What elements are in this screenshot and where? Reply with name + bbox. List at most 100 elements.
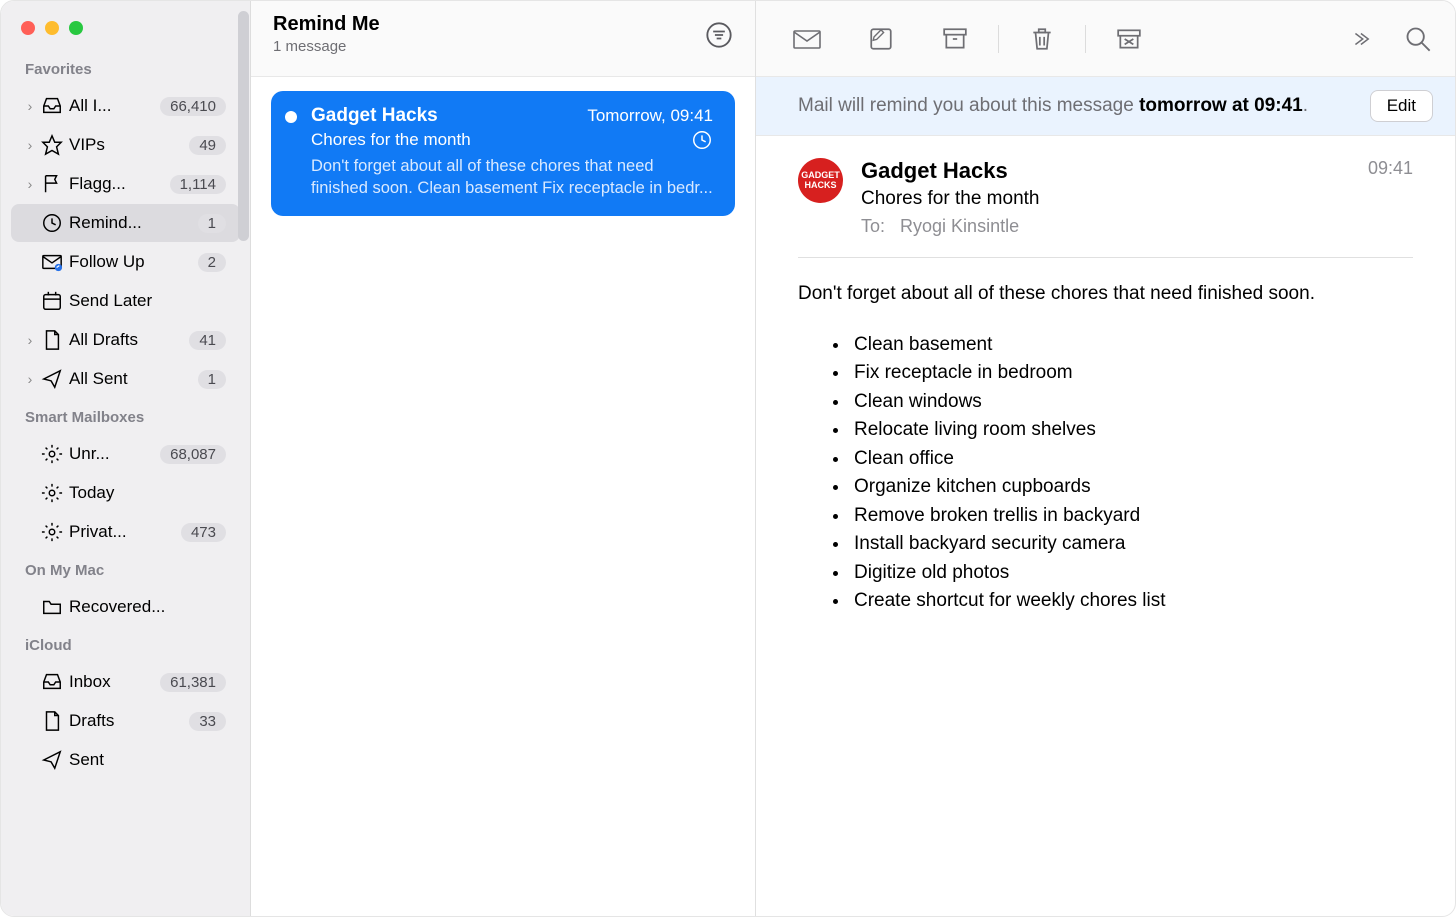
chore-item: Create shortcut for weekly chores list	[850, 587, 1413, 616]
message-list-header: Remind Me 1 message	[251, 1, 755, 77]
to-line: To: Ryogi Kinsintle	[861, 216, 1350, 237]
mailbox-count: 1 message	[273, 38, 380, 55]
close-window-button[interactable]	[21, 21, 35, 35]
message-sender: Gadget Hacks	[311, 105, 438, 127]
sidebar-item-all-drafts[interactable]: › All Drafts 41	[11, 321, 240, 359]
subject-line: Chores for the month	[861, 188, 1350, 210]
sidebar-item-sent[interactable]: Sent	[11, 741, 240, 779]
sidebar-item-remind-[interactable]: Remind... 1	[11, 204, 240, 242]
disclosure-chevron-icon[interactable]: ›	[25, 176, 35, 192]
calendar-icon	[41, 290, 63, 312]
followup-icon	[41, 251, 63, 273]
sidebar-item-label: Privat...	[69, 522, 175, 542]
sidebar-item-label: Send Later	[69, 291, 226, 311]
sidebar-item-label: Flagg...	[69, 174, 164, 194]
reply-button[interactable]	[792, 24, 822, 54]
clock-icon	[41, 212, 63, 234]
chore-item: Clean basement	[850, 331, 1413, 360]
count-badge: 66,410	[160, 97, 226, 116]
sidebar-section-title: iCloud	[1, 627, 250, 662]
message-body: GADGET HACKS Gadget Hacks Chores for the…	[756, 136, 1455, 638]
chore-item: Fix receptacle in bedroom	[850, 359, 1413, 388]
banner-time: tomorrow at 09:41	[1139, 95, 1303, 116]
sidebar-item-recovered-[interactable]: Recovered...	[11, 588, 240, 626]
edit-reminder-button[interactable]: Edit	[1370, 90, 1433, 122]
remind-clock-icon	[691, 129, 713, 151]
banner-prefix: Mail will remind you about this message	[798, 95, 1139, 116]
sidebar-item-send-later[interactable]: Send Later	[11, 282, 240, 320]
count-badge: 33	[189, 712, 226, 731]
compose-button[interactable]	[866, 24, 896, 54]
message-subject: Chores for the month	[311, 130, 471, 150]
count-badge: 61,381	[160, 673, 226, 692]
filter-button[interactable]	[705, 21, 733, 49]
sidebar-item-follow-up[interactable]: Follow Up2	[11, 243, 240, 281]
junk-button[interactable]	[1114, 24, 1144, 54]
sidebar-item-label: Recovered...	[69, 597, 226, 617]
sidebar-item-label: Remind...	[69, 213, 192, 233]
delete-button[interactable]	[1027, 24, 1057, 54]
toolbar-divider	[998, 25, 999, 53]
sidebar-item-inbox[interactable]: Inbox61,381	[11, 663, 240, 701]
doc-icon	[41, 710, 63, 732]
sidebar-item-label: All I...	[69, 96, 154, 116]
sidebar-item-today[interactable]: Today	[11, 474, 240, 512]
sidebar-section-title: On My Mac	[1, 552, 250, 587]
sidebar-item-label: Drafts	[69, 711, 183, 731]
sidebar: Favorites›All I...66,410›VIPs49›Flagg...…	[1, 1, 251, 916]
count-badge: 2	[198, 253, 226, 272]
sidebar-scrollbar[interactable]	[238, 11, 249, 241]
traffic-lights	[1, 13, 250, 51]
from-name: Gadget Hacks	[861, 158, 1350, 184]
sidebar-item-unr-[interactable]: Unr... 68,087	[11, 435, 240, 473]
sidebar-item-label: All Sent	[69, 369, 192, 389]
count-badge: 49	[189, 136, 226, 155]
sidebar-item-flagg-[interactable]: › Flagg... 1,114	[11, 165, 240, 203]
chore-item: Digitize old photos	[850, 559, 1413, 588]
disclosure-chevron-icon[interactable]: ›	[25, 371, 35, 387]
message-list-item[interactable]: Gadget Hacks Tomorrow, 09:41 Chores for …	[271, 91, 735, 216]
send-icon	[41, 368, 63, 390]
disclosure-chevron-icon[interactable]: ›	[25, 98, 35, 114]
sidebar-item-all-i-[interactable]: › All I... 66,410	[11, 87, 240, 125]
folder-icon	[41, 596, 63, 618]
sidebar-section-title: Smart Mailboxes	[1, 399, 250, 434]
doc-icon	[41, 329, 63, 351]
chore-list: Clean basementFix receptacle in bedroomC…	[850, 331, 1413, 616]
sidebar-item-drafts[interactable]: Drafts 33	[11, 702, 240, 740]
body-intro: Don't forget about all of these chores t…	[798, 280, 1413, 309]
sidebar-item-privat-[interactable]: Privat... 473	[11, 513, 240, 551]
remind-banner: Mail will remind you about this message …	[756, 77, 1455, 136]
chore-item: Install backyard security camera	[850, 530, 1413, 559]
count-badge: 1	[198, 214, 226, 233]
count-badge: 41	[189, 331, 226, 350]
banner-suffix: .	[1303, 95, 1308, 116]
archive-button[interactable]	[940, 24, 970, 54]
mail-window: Favorites›All I...66,410›VIPs49›Flagg...…	[0, 0, 1456, 917]
count-badge: 1,114	[170, 175, 226, 194]
disclosure-chevron-icon[interactable]: ›	[25, 332, 35, 348]
inbox-icon	[41, 671, 63, 693]
message-preview: Don't forget about all of these chores t…	[311, 155, 713, 200]
sidebar-item-label: All Drafts	[69, 330, 183, 350]
chore-item: Organize kitchen cupboards	[850, 473, 1413, 502]
chore-item: Clean office	[850, 445, 1413, 474]
zoom-window-button[interactable]	[69, 21, 83, 35]
chore-item: Clean windows	[850, 388, 1413, 417]
message-time: Tomorrow, 09:41	[587, 106, 713, 126]
sidebar-item-all-sent[interactable]: ›All Sent1	[11, 360, 240, 398]
minimize-window-button[interactable]	[45, 21, 59, 35]
gear-icon	[41, 521, 63, 543]
search-button[interactable]	[1403, 24, 1433, 54]
count-badge: 473	[181, 523, 226, 542]
count-badge: 68,087	[160, 445, 226, 464]
sidebar-item-vips[interactable]: ›VIPs49	[11, 126, 240, 164]
disclosure-chevron-icon[interactable]: ›	[25, 137, 35, 153]
sender-avatar: GADGET HACKS	[798, 158, 843, 203]
sidebar-item-label: Unr...	[69, 444, 154, 464]
sidebar-item-label: Today	[69, 483, 226, 503]
more-button[interactable]	[1345, 24, 1375, 54]
gear-icon	[41, 482, 63, 504]
banner-text: Mail will remind you about this message …	[798, 95, 1308, 117]
inbox-icon	[41, 95, 63, 117]
